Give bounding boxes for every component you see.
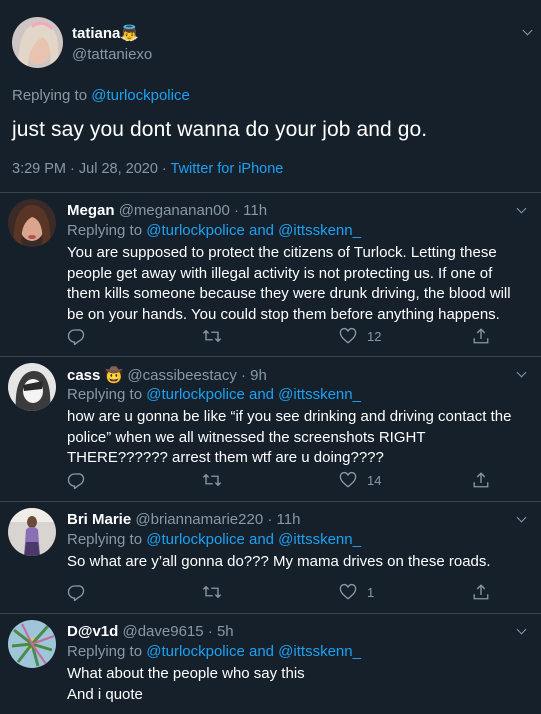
author-handle[interactable]: @cassibeestacy · 9h (127, 367, 266, 384)
cowboy-emoji-icon: 🤠 (104, 367, 124, 384)
replying-to: Replying to @turlockpolice and @ittssken… (67, 386, 361, 403)
replying-label: Replying to (12, 87, 88, 104)
like-count: 14 (367, 472, 382, 488)
replying-to-link[interactable]: @turlockpolice and @ittsskenn_ (146, 386, 361, 403)
reply-header: Bri Marie @briannamarie220 · 11h (67, 511, 300, 528)
like-count: 12 (367, 328, 382, 344)
author-name[interactable]: tatiana👼 (72, 24, 139, 42)
like-button[interactable]: 14 (339, 471, 381, 489)
share-button[interactable] (472, 471, 490, 489)
tweet-text: What about the people who say this And i… (67, 664, 527, 705)
author-handle[interactable]: @tattaniexo (72, 46, 152, 63)
replying-to-link[interactable]: @turlockpolice and @ittsskenn_ (146, 643, 361, 660)
reply-header: Megan @megananan00 · 11h (67, 202, 267, 219)
tweet-text: So what are y’all gonna do??? My mama dr… (67, 553, 491, 570)
replying-to-link[interactable]: @turlockpolice and @ittsskenn_ (146, 531, 361, 548)
angel-emoji-icon: 👼 (120, 25, 140, 42)
like-button[interactable]: 12 (339, 327, 381, 345)
retweet-icon (202, 473, 222, 487)
reply-icon (67, 473, 85, 489)
like-icon (339, 327, 357, 344)
replying-label: Replying to (67, 222, 143, 239)
avatar[interactable] (8, 508, 56, 556)
tweet-text-line: And i quote (67, 685, 143, 703)
replying-label: Replying to (67, 531, 143, 548)
replying-to-link[interactable]: @turlockpolice (91, 87, 190, 104)
reply-tweet[interactable]: D@v1d @dave9615 · 5h Replying to @turloc… (0, 614, 541, 714)
avatar[interactable] (8, 199, 56, 247)
reply-button[interactable] (67, 327, 85, 345)
reply-button[interactable] (67, 471, 85, 489)
retweet-button[interactable] (202, 471, 222, 489)
reply-icon (67, 329, 85, 345)
meta-separator: · (157, 161, 171, 177)
action-bar: 12 (67, 327, 497, 351)
avatar[interactable] (8, 363, 56, 411)
retweet-icon (202, 329, 222, 343)
author-name-text: tatiana (72, 25, 121, 42)
replying-to: Replying to @turlockpolice (12, 87, 190, 104)
main-tweet: tatiana👼 @tattaniexo Replying to @turloc… (0, 0, 541, 193)
like-button[interactable]: 1 (339, 583, 374, 601)
share-button[interactable] (472, 583, 490, 601)
author-name[interactable]: cass 🤠 (67, 367, 123, 384)
replying-to: Replying to @turlockpolice and @ittssken… (67, 531, 361, 548)
action-bar: 1 (67, 583, 497, 607)
action-bar: 14 (67, 471, 497, 495)
tweet-meta: 3:29 PM · Jul 28, 2020 · Twitter for iPh… (12, 161, 283, 177)
reply-header: D@v1d @dave9615 · 5h (67, 623, 234, 640)
timestamp[interactable]: 3:29 PM · Jul 28, 2020 (12, 161, 158, 177)
replying-to: Replying to @turlockpolice and @ittssken… (67, 222, 361, 239)
like-icon (339, 471, 357, 488)
chevron-down-icon[interactable] (517, 628, 527, 638)
author-name[interactable]: Bri Marie (67, 511, 131, 528)
author-name[interactable]: Megan (67, 202, 115, 219)
chevron-down-icon[interactable] (517, 207, 527, 217)
reply-tweet[interactable]: cass 🤠 @cassibeestacy · 9h Replying to @… (0, 357, 541, 502)
author-handle[interactable]: @megananan00 · 11h (119, 202, 267, 219)
author-handle[interactable]: @dave9615 · 5h (122, 623, 233, 640)
author-name[interactable]: D@v1d (67, 623, 118, 640)
retweet-button[interactable] (202, 583, 222, 601)
tweet-text: how are u gonna be like “if you see drin… (67, 408, 512, 466)
like-count: 1 (367, 584, 375, 600)
chevron-down-icon[interactable] (523, 29, 533, 39)
share-button[interactable] (472, 327, 490, 345)
retweet-button[interactable] (202, 327, 222, 345)
reply-tweet[interactable]: Megan @megananan00 · 11h Replying to @tu… (0, 193, 541, 357)
chevron-down-icon[interactable] (517, 516, 527, 526)
source-link[interactable]: Twitter for iPhone (171, 161, 284, 177)
share-icon (473, 584, 489, 600)
replying-label: Replying to (67, 386, 143, 403)
share-icon (473, 328, 489, 344)
tweet-text: just say you dont wanna do your job and … (12, 118, 428, 141)
reply-button[interactable] (67, 583, 85, 601)
replying-to: Replying to @turlockpolice and @ittssken… (67, 643, 361, 660)
reply-tweet[interactable]: Bri Marie @briannamarie220 · 11h Replyin… (0, 502, 541, 614)
avatar[interactable] (8, 620, 56, 668)
avatar[interactable] (12, 17, 63, 68)
chevron-down-icon[interactable] (517, 371, 527, 381)
author-name-text: cass (67, 367, 101, 384)
like-icon (339, 583, 357, 600)
reply-header: cass 🤠 @cassibeestacy · 9h (67, 366, 267, 384)
retweet-icon (202, 585, 222, 599)
reply-icon (67, 585, 85, 601)
tweet-text-line: What about the people who say this (67, 665, 305, 682)
share-icon (473, 472, 489, 488)
author-handle[interactable]: @briannamarie220 · 11h (135, 511, 300, 528)
tweet-text: You are supposed to protect the citizens… (67, 244, 511, 323)
replying-to-link[interactable]: @turlockpolice and @ittsskenn_ (146, 222, 361, 239)
replying-label: Replying to (67, 643, 143, 660)
